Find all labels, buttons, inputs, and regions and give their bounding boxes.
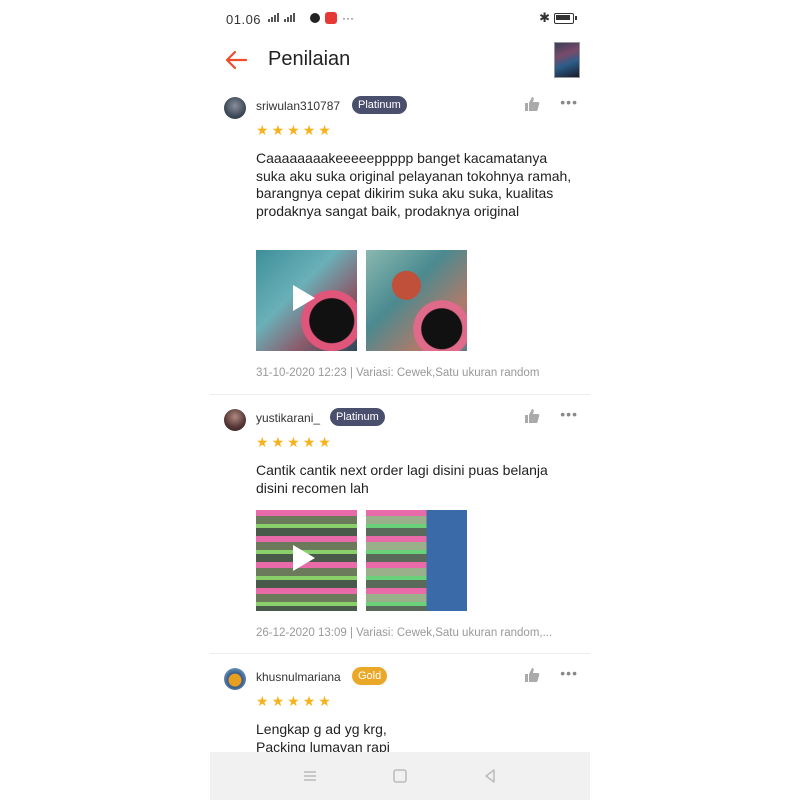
star-icon: ★ bbox=[318, 693, 331, 709]
status-bar: 01.06 ··· ✱ bbox=[210, 0, 590, 36]
status-time: 01.06 bbox=[226, 12, 262, 27]
product-thumbnail[interactable] bbox=[554, 42, 580, 78]
review-text: Caaaaaaaakeeeeeppppp banget kacamatanya … bbox=[256, 150, 572, 219]
notification-icons: ··· bbox=[310, 11, 354, 25]
review-text: Lengkap g ad yg krg, Packing lumayan rap… bbox=[256, 721, 576, 756]
more-options-icon[interactable]: ••• bbox=[560, 665, 578, 681]
app-notification-icon bbox=[310, 13, 320, 23]
star-icon: ★ bbox=[271, 122, 285, 138]
avatar[interactable] bbox=[224, 409, 246, 431]
divider bbox=[210, 653, 590, 654]
star-icon: ★ bbox=[287, 434, 300, 450]
review-text-line: Lengkap g ad yg krg, bbox=[256, 721, 387, 737]
star-icon: ★ bbox=[318, 434, 331, 450]
battery-icon bbox=[554, 13, 577, 24]
review-meta: 31-10-2020 12:23 | Variasi: Cewek,Satu u… bbox=[256, 367, 540, 379]
star-icon: ★ bbox=[256, 434, 269, 450]
rating-stars: ★ ★ ★ ★ ★ bbox=[256, 435, 331, 449]
star-icon: ★ bbox=[287, 693, 300, 709]
thumbs-up-icon[interactable] bbox=[524, 96, 540, 112]
nav-back-icon[interactable] bbox=[480, 766, 500, 786]
star-icon: ★ bbox=[271, 434, 285, 450]
phone-screen: 01.06 ··· ✱ Penilaian sriwulan310787 Pla… bbox=[210, 0, 590, 800]
review-video-thumbnail[interactable] bbox=[256, 510, 357, 611]
back-arrow-icon[interactable] bbox=[222, 46, 250, 74]
star-icon: ★ bbox=[318, 122, 331, 138]
rating-stars: ★ ★ ★ ★ ★ bbox=[256, 694, 331, 708]
avatar[interactable] bbox=[224, 97, 246, 119]
star-icon: ★ bbox=[256, 693, 269, 709]
more-options-icon[interactable]: ••• bbox=[560, 406, 578, 422]
divider bbox=[210, 394, 590, 395]
rating-stars: ★ ★ ★ ★ ★ bbox=[256, 123, 331, 137]
home-icon[interactable] bbox=[390, 766, 410, 786]
signal-icon bbox=[268, 13, 295, 22]
star-icon: ★ bbox=[271, 693, 285, 709]
star-icon: ★ bbox=[256, 122, 269, 138]
thumbs-up-icon[interactable] bbox=[524, 667, 540, 683]
more-notifications-icon: ··· bbox=[342, 11, 354, 25]
star-icon: ★ bbox=[287, 122, 300, 138]
reviewer-name[interactable]: sriwulan310787 bbox=[256, 99, 340, 113]
system-nav-bar bbox=[210, 752, 590, 800]
star-icon: ★ bbox=[302, 122, 316, 138]
more-options-icon[interactable]: ••• bbox=[560, 94, 578, 110]
review-photo-thumbnail[interactable] bbox=[366, 250, 467, 351]
page-title: Penilaian bbox=[268, 48, 351, 70]
platinum-badge: Platinum bbox=[352, 96, 407, 114]
reviewer-name[interactable]: khusnulmariana bbox=[256, 670, 341, 684]
review-meta: 26-12-2020 13:09 | Variasi: Cewek,Satu u… bbox=[256, 627, 553, 639]
play-icon bbox=[293, 545, 315, 571]
review-photo-thumbnail[interactable] bbox=[366, 510, 467, 611]
avatar[interactable] bbox=[224, 668, 246, 690]
app-header: Penilaian bbox=[210, 36, 590, 84]
star-icon: ★ bbox=[302, 693, 316, 709]
thumbs-up-icon[interactable] bbox=[524, 408, 540, 424]
menu-icon[interactable] bbox=[300, 766, 320, 786]
platinum-badge: Platinum bbox=[330, 408, 385, 426]
review-video-thumbnail[interactable] bbox=[256, 250, 357, 351]
review-text: Cantik cantik next order lagi disini pua… bbox=[256, 462, 548, 496]
gold-badge: Gold bbox=[352, 667, 388, 685]
star-icon: ★ bbox=[302, 434, 316, 450]
play-icon bbox=[293, 285, 315, 311]
reviewer-name[interactable]: yustikarani_ bbox=[256, 411, 320, 425]
bluetooth-icon: ✱ bbox=[539, 10, 550, 25]
video-notification-icon bbox=[325, 12, 337, 24]
